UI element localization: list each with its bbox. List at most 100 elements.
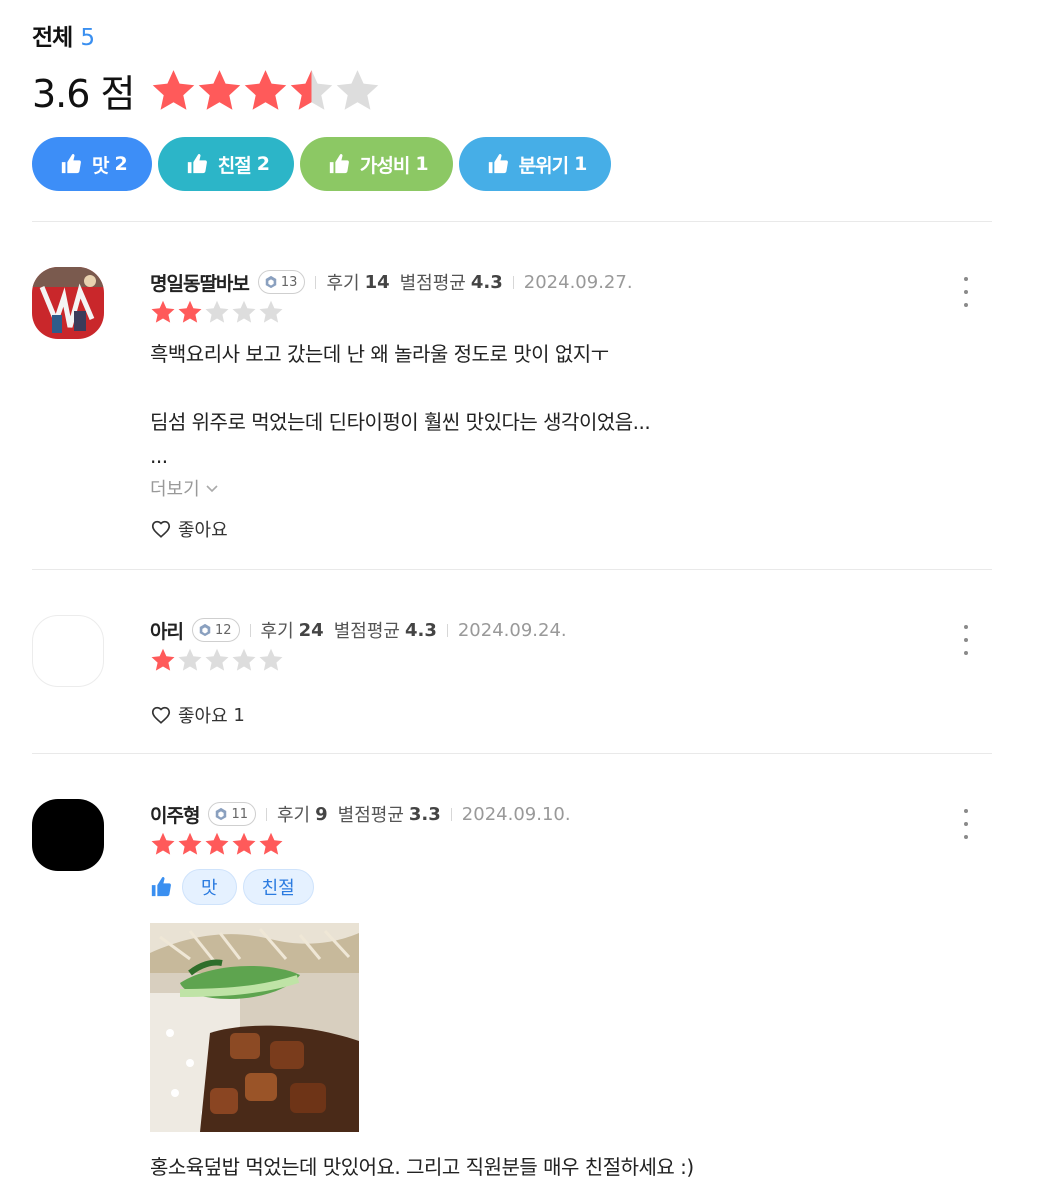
star-empty-icon: [177, 647, 203, 673]
level-number: 12: [214, 622, 232, 638]
divider: [32, 221, 992, 222]
like-count: 1: [233, 704, 245, 726]
star-empty-icon: [231, 647, 257, 673]
reviews-label: 후기: [326, 273, 360, 294]
chip-taste[interactable]: 맛2: [32, 137, 152, 191]
star-filled-icon: [150, 299, 176, 325]
reviewer-avg-rating: 4.3: [470, 271, 503, 293]
review-star-rating: [150, 831, 950, 859]
heart-icon: [150, 518, 172, 540]
reviewer-avg-rating: 4.3: [404, 619, 437, 641]
thumbs-up-icon: [487, 153, 509, 175]
reviews-label: 후기: [277, 805, 311, 826]
reviewer-avg-rating: 3.3: [408, 803, 441, 825]
avatar[interactable]: [32, 267, 104, 339]
chip-label: 친절: [217, 154, 252, 177]
reviewer-level-badge: 11: [208, 802, 256, 826]
star-filled-icon: [242, 67, 289, 114]
avatar[interactable]: [32, 799, 104, 871]
chip-count: 1: [415, 153, 429, 175]
review-body: 아리 12 후기 24 별점평균 4.3 2024.09.24. 좋아요 1: [150, 615, 950, 730]
review-body: 이주형 11 후기 9 별점평균 3.3 2024.09.10. 맛 친절 홍소…: [150, 799, 950, 1184]
thumbs-up-icon: [328, 153, 350, 175]
reviewer-meta: 이주형 11 후기 9 별점평균 3.3 2024.09.10.: [150, 799, 950, 829]
star-filled-icon: [150, 831, 176, 857]
reviewer-review-count: 14: [364, 271, 390, 293]
separator: [266, 807, 267, 821]
separator: [315, 275, 317, 289]
level-number: 11: [231, 806, 248, 822]
more-options-icon[interactable]: [956, 625, 976, 655]
chip-value-for-money[interactable]: 가성비 1: [299, 137, 453, 191]
chip-label: 맛: [92, 154, 110, 177]
star-empty-icon: [334, 67, 381, 114]
separator: [446, 623, 448, 637]
separator: [249, 623, 251, 637]
divider: [32, 753, 992, 754]
review-text: 흑백요리사 보고 갔는데 난 왜 놀라울 정도로 맛이 없지ㅜ 딤섬 위주로 먹…: [150, 342, 651, 468]
average-rating-row: 3.6 점: [32, 64, 380, 116]
keyword-filter-chips: 맛2 친절 2 가성비 1 분위기 1: [32, 137, 617, 191]
divider: [32, 569, 992, 570]
thumbs-up-icon: [186, 153, 208, 175]
star-filled-icon: [150, 647, 176, 673]
star-half-icon: [288, 67, 335, 114]
star-filled-icon: [177, 299, 203, 325]
review-date: 2024.09.24.: [457, 619, 567, 641]
avatar-photo: [32, 267, 104, 339]
reviewer-level-badge: 13: [257, 270, 306, 294]
star-filled-icon: [231, 831, 257, 857]
star-empty-icon: [204, 647, 230, 673]
chip-label: 가성비: [359, 154, 410, 177]
avatar[interactable]: [32, 615, 104, 687]
star-empty-icon: [258, 647, 284, 673]
level-icon: [198, 623, 212, 637]
more-options-icon[interactable]: [956, 277, 976, 307]
chip-kindness[interactable]: 친절 2: [157, 137, 294, 191]
reviews-label: 후기: [260, 621, 294, 642]
reviewer-nickname[interactable]: 명일동딸바보: [150, 269, 250, 296]
avg-rating-label: 별점평균: [337, 805, 404, 826]
level-icon: [264, 275, 278, 289]
chip-label: 분위기: [518, 154, 569, 177]
reviews-summary-heading: 전체 5: [32, 18, 95, 52]
like-button[interactable]: 좋아요 1: [150, 700, 950, 730]
reviewer-review-count: 9: [315, 803, 328, 825]
like-button[interactable]: 좋아요: [150, 514, 950, 544]
more-button[interactable]: 더보기: [150, 473, 950, 503]
more-options-icon[interactable]: [956, 809, 976, 839]
chip-atmosphere[interactable]: 분위기 1: [458, 137, 612, 191]
reviewer-nickname[interactable]: 이주형: [150, 801, 200, 828]
heart-icon: [150, 704, 172, 726]
food-photo: [150, 923, 359, 1132]
separator: [512, 275, 514, 289]
keyword-tag-taste: 맛: [182, 869, 237, 905]
reviewer-meta: 아리 12 후기 24 별점평균 4.3 2024.09.24.: [150, 615, 950, 645]
review-star-rating: [150, 647, 950, 675]
separator: [450, 807, 452, 821]
star-filled-icon: [204, 831, 230, 857]
review-photo[interactable]: [150, 923, 359, 1132]
star-filled-icon: [150, 67, 197, 114]
chip-count: 2: [114, 153, 128, 175]
star-filled-icon: [196, 67, 243, 114]
keyword-tag-kindness: 친절: [242, 869, 314, 905]
review-total-count: 5: [80, 25, 95, 51]
star-filled-icon: [258, 831, 284, 857]
average-star-rating: [150, 67, 380, 114]
reviewer-nickname[interactable]: 아리: [150, 617, 184, 644]
reviewer-level-badge: 12: [191, 618, 240, 642]
star-empty-icon: [204, 299, 230, 325]
reviewer-meta: 명일동딸바보 13 후기 14 별점평균 4.3 2024.09.27.: [150, 267, 950, 297]
avg-rating-label: 별점평균: [333, 621, 400, 642]
like-label: 좋아요: [178, 520, 228, 541]
average-score: 3.6 점: [32, 71, 135, 116]
reviewer-review-count: 24: [298, 619, 324, 641]
summary-label: 전체: [32, 25, 73, 51]
review-body: 명일동딸바보 13 후기 14 별점평균 4.3 2024.09.27. 흑백요리사…: [150, 267, 950, 544]
star-empty-icon: [258, 299, 284, 325]
star-empty-icon: [231, 299, 257, 325]
level-number: 13: [280, 274, 298, 290]
avg-rating-label: 별점평균: [399, 273, 466, 294]
chip-count: 1: [574, 153, 588, 175]
